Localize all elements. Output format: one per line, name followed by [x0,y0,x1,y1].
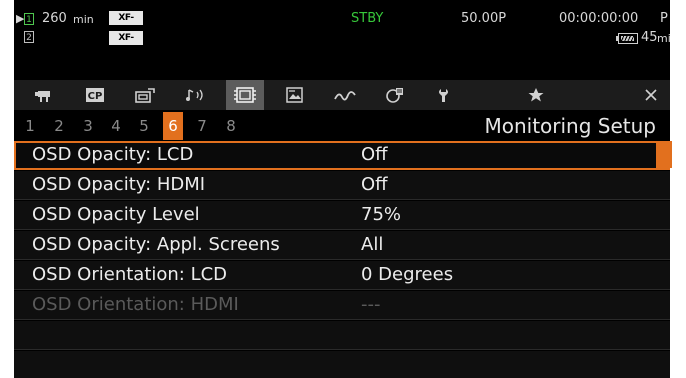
setting-label: OSD Opacity Level [32,204,200,225]
my-menu-star-icon [528,88,544,102]
recording-media-icon [286,87,303,103]
svg-text:CP: CP [88,91,103,102]
setting-value: All [361,234,384,255]
setting-label: OSD Orientation: HDMI [32,294,239,315]
tab-camera-setup[interactable] [26,80,64,110]
remaining-record-time: 260 [42,11,67,26]
page-number-5[interactable]: 5 [136,112,152,140]
battery-remaining-time: 45 [641,30,658,45]
setting-label: OSD Opacity: LCD [32,144,194,165]
waveform-icon [334,91,356,101]
timecode: 00:00:00:00 [559,11,639,26]
tab-monitoring-setup[interactable] [226,80,264,110]
setting-value: Off [361,174,388,195]
empty-setting-row [14,321,670,350]
battery-remaining-unit: min [657,32,670,45]
setting-label: OSD Opacity: HDMI [32,174,206,195]
setting-osd-opacity-lcd[interactable]: OSD Opacity: LCD Off [14,141,670,170]
selection-highlight-edge [656,141,672,168]
battery-icon [616,33,638,44]
custom-picture-icon: CP [86,88,104,102]
close-icon [645,89,657,101]
section-title: Monitoring Setup [484,114,656,138]
settings-list: OSD Opacity: LCD Off OSD Opacity: HDMI O… [14,141,670,378]
setting-osd-opacity-hdmi[interactable]: OSD Opacity: HDMI Off [14,171,670,200]
tab-custom-picture[interactable]: CP [76,80,114,110]
empty-setting-row [14,351,670,378]
setting-osd-orientation-lcd[interactable]: OSD Orientation: LCD 0 Degrees [14,261,670,290]
page-number-3[interactable]: 3 [80,112,96,140]
card-slot-2-icon: 2 [24,31,34,43]
setting-label: OSD Opacity: Appl. Screens [32,234,280,255]
movie-camera-icon [35,91,50,102]
card-slot-1-icon: 1 [24,13,34,25]
menu-tab-bar: CP [14,80,670,110]
tab-my-menu[interactable] [517,80,555,110]
camera-setup-icon [135,88,155,103]
menu-page-indicator: 1 2 3 4 5 6 7 8 Monitoring Setup [14,112,670,140]
page-number-4[interactable]: 4 [108,112,124,140]
setting-label: OSD Orientation: LCD [32,264,228,285]
recording-mode-status: STBY [351,11,384,26]
tab-assignable-buttons[interactable] [376,80,414,110]
monitoring-icon [234,87,256,103]
setting-osd-orientation-hdmi: OSD Orientation: HDMI --- [14,291,670,320]
tab-system-setup[interactable] [426,80,464,110]
camera-menu-screen: ▶ 1 2 260 min XF-AVC XF-AVC STBY 50.00P … [14,0,670,378]
frame-rate: 50.00P [461,11,507,26]
codec-badge-secondary: XF-AVC [109,31,143,57]
page-number-8[interactable]: 8 [223,112,239,140]
timecode-suffix: P [660,11,668,26]
tab-waveform[interactable] [326,80,364,110]
tab-camera-function[interactable] [126,80,164,110]
tab-recording-media[interactable] [276,80,314,110]
page-number-2[interactable]: 2 [51,112,67,140]
setting-value: 75% [361,204,402,225]
setting-osd-opacity-level[interactable]: OSD Opacity Level 75% [14,201,670,230]
close-menu-button[interactable] [632,80,670,110]
setting-value: 0 Degrees [361,264,454,285]
page-number-7[interactable]: 7 [194,112,210,140]
page-number-6-current[interactable]: 6 [163,112,183,140]
tab-audio[interactable] [176,80,214,110]
system-wrench-icon [439,89,448,102]
setting-value: --- [361,294,381,315]
page-number-1[interactable]: 1 [22,112,38,140]
setting-value: Off [361,144,388,165]
setting-osd-opacity-appl-screens[interactable]: OSD Opacity: Appl. Screens All [14,231,670,260]
codec-badge-primary: XF-AVC [109,11,143,37]
remaining-record-unit: min [73,13,94,26]
assign-button-icon [386,88,403,103]
audio-icon [186,89,203,101]
